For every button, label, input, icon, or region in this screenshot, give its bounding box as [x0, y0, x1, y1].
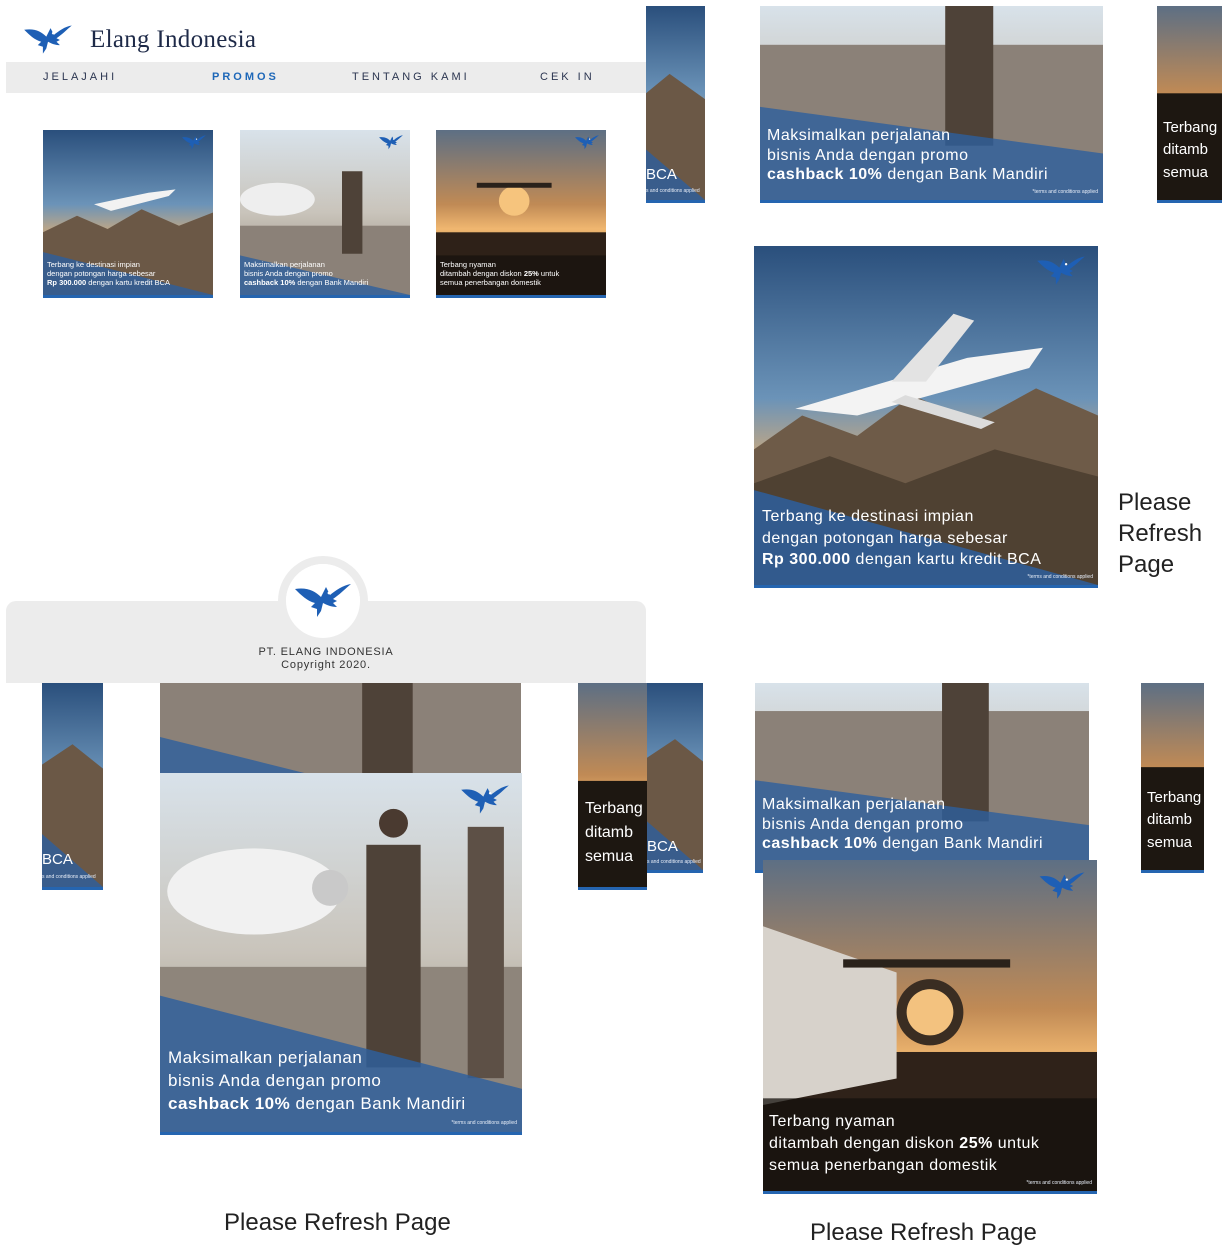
promo-text-fragment: Terbang ditamb semua: [1163, 118, 1218, 181]
promo-text: Terbang ke destinasi impian dengan potong…: [762, 508, 1042, 569]
eagle-icon: [458, 783, 512, 817]
eagle-icon: [181, 134, 207, 151]
carousel-slide-fragment: BCA s and conditions applied: [42, 683, 103, 890]
nav-tentang-kami[interactable]: TENTANG KAMI: [352, 71, 470, 83]
nav-promos[interactable]: PROMOS: [212, 71, 279, 83]
promo-card-domestic[interactable]: Terbang nyaman ditambah dengan diskon 25…: [436, 130, 606, 298]
promo-text: Maksimalkan perjalanan bisnis Anda dengan…: [168, 1048, 466, 1114]
eagle-icon: [1034, 254, 1088, 288]
promo-card-bca[interactable]: Terbang ke destinasi impian dengan potong…: [43, 130, 213, 298]
footer-copyright: Copyright 2020.: [281, 659, 371, 671]
promo-text: Terbang nyaman ditambah dengan diskon 25…: [769, 1112, 1040, 1174]
eagle-icon: [292, 581, 354, 621]
carousel-slide-mandiri: Maksimalkan perjalanan bisnis Anda dengan…: [755, 683, 1089, 873]
carousel-slide-fragment: Terbang ditamb semua: [1141, 683, 1204, 873]
promo-image-jet-businessman: [160, 683, 521, 773]
promo-text: Maksimalkan perjalanan bisnis Anda dengan…: [767, 127, 1049, 184]
promo-card-mandiri[interactable]: Maksimalkan perjalanan bisnis Anda dengan…: [240, 130, 410, 298]
eagle-icon: [574, 134, 600, 151]
brand[interactable]: Elang Indonesia: [20, 22, 256, 58]
promo-text: Terbang nyaman ditambah dengan diskon 25…: [440, 259, 560, 287]
carousel-slide-fragment: BCA s and conditions applied: [647, 683, 703, 873]
promo-text: Terbang ke destinasi impian dengan potong…: [47, 259, 170, 287]
refresh-message: Please Refresh Page: [810, 1219, 1037, 1246]
promo-card-mandiri-large[interactable]: Maksimalkan perjalanan bisnis Anda dengan…: [160, 773, 522, 1135]
brand-name: Elang Indonesia: [90, 26, 257, 53]
footer-logo: [286, 564, 360, 638]
promo-text: Maksimalkan perjalanan bisnis Anda dengan…: [244, 259, 369, 287]
carousel-slide-fragment: Terbang ditamb semua: [1157, 6, 1222, 203]
nav-cek-in[interactable]: CEK IN: [540, 71, 595, 83]
nav-jelajahi[interactable]: JELAJAHI: [43, 71, 117, 83]
carousel-slide-mandiri: Maksimalkan perjalanan bisnis Anda dengan…: [760, 6, 1103, 203]
carousel-slide-mandiri-back: [160, 683, 521, 773]
carousel-slide-fragment: Terbang ditamb semua: [578, 683, 647, 890]
promo-card-domestic-large[interactable]: Terbang nyaman ditambah dengan diskon 25…: [763, 860, 1097, 1194]
refresh-message: Please Refresh Page: [1118, 489, 1203, 579]
refresh-message: Please Refresh Page: [224, 1209, 451, 1236]
promo-text-fragment: BCA: [646, 165, 677, 183]
eagle-icon: [378, 134, 404, 151]
eagle-icon: [20, 23, 76, 57]
navbar: JELAJAHI PROMOS TENTANG KAMI CEK IN: [6, 62, 646, 93]
carousel-slide-fragment: BCA s and conditions applied: [646, 6, 705, 203]
promo-card-bca-large[interactable]: Terbang ke destinasi impian dengan potong…: [754, 246, 1098, 588]
eagle-icon: [1037, 870, 1087, 902]
promo-text: Maksimalkan perjalanan bisnis Anda dengan…: [762, 796, 1044, 853]
footer-company: PT. ELANG INDONESIA: [258, 646, 394, 658]
